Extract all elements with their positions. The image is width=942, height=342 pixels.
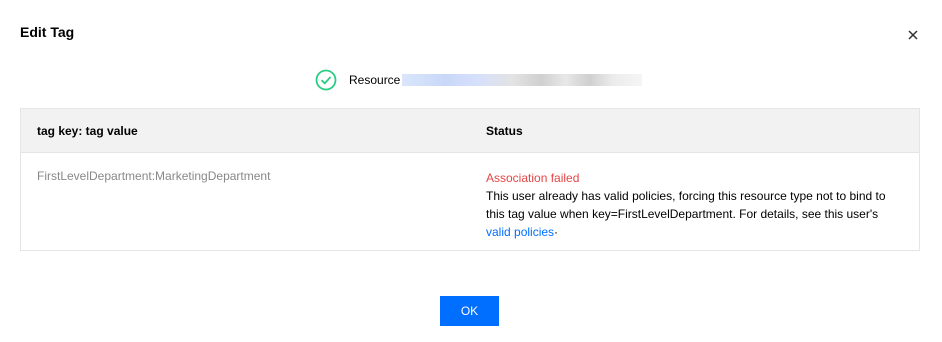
redacted-resource-id — [402, 74, 643, 86]
dialog-title: Edit Tag — [20, 24, 75, 40]
column-header-tag: tag key: tag value — [37, 124, 138, 138]
tag-cell: FirstLevelDepartment:MarketingDepartment — [37, 169, 271, 183]
column-header-status: Status — [486, 124, 523, 138]
table-header: tag key: tag value Status — [21, 109, 919, 153]
link-suffix: · — [554, 225, 559, 239]
check-circle-icon — [315, 69, 337, 91]
table-row: FirstLevelDepartment:MarketingDepartment… — [21, 153, 919, 251]
valid-policies-link[interactable]: valid policies — [486, 225, 554, 239]
close-icon[interactable] — [905, 27, 921, 43]
status-description: This user already has valid policies, fo… — [486, 189, 886, 221]
resource-status-line: Resource — [315, 69, 643, 91]
edit-tag-dialog: Edit Tag Resource tag key: tag value Sta… — [0, 0, 942, 342]
tag-status-table: tag key: tag value Status FirstLevelDepa… — [20, 108, 920, 251]
status-failed-text: Association failed — [486, 171, 580, 185]
resource-label: Resource — [349, 73, 401, 87]
status-cell: Association failed This user already has… — [486, 169, 906, 241]
ok-button[interactable]: OK — [440, 296, 499, 326]
